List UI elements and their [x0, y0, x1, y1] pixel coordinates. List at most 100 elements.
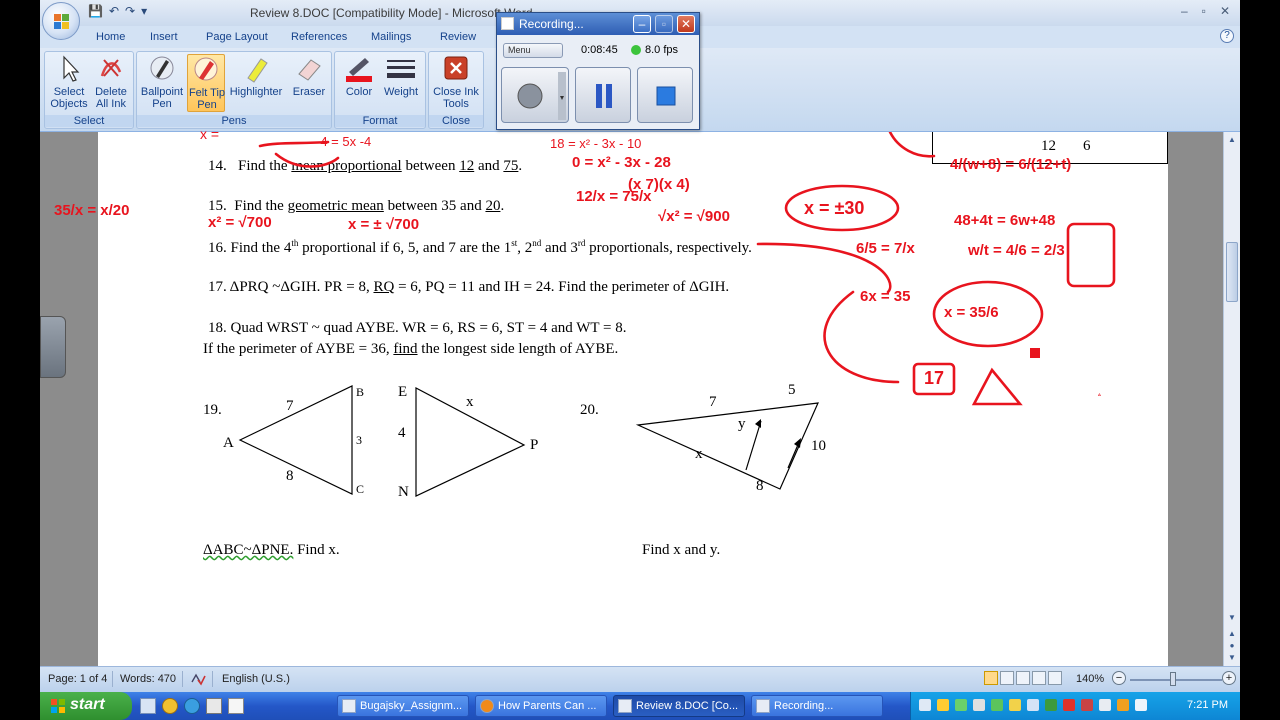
label-P: P	[530, 437, 539, 453]
outline-icon[interactable]	[1032, 671, 1046, 685]
recorder-app-icon	[501, 17, 514, 30]
recorder-close-button[interactable]: ✕	[677, 15, 695, 33]
quick-launch-icon[interactable]	[140, 698, 156, 714]
quick-launch-icon[interactable]	[162, 698, 178, 714]
volume-icon[interactable]	[1135, 699, 1147, 711]
close-button[interactable]: ✕	[1220, 4, 1230, 18]
web-layout-icon[interactable]	[1016, 671, 1030, 685]
vertical-scrollbar[interactable]: ▲ ▼ ▲ ● ▼	[1223, 132, 1240, 666]
undo-icon[interactable]: ↶	[109, 4, 119, 18]
close-group-label: Close	[429, 115, 483, 127]
full-screen-reading-icon[interactable]	[1000, 671, 1014, 685]
quick-launch-icon[interactable]	[228, 698, 244, 714]
q20-side-10: 10	[811, 438, 826, 454]
scroll-down-icon[interactable]: ▼	[1226, 612, 1238, 624]
side-panel-tab[interactable]	[40, 316, 66, 378]
close-ink-tools-button[interactable]: Close Ink Tools	[431, 54, 481, 110]
weight-button[interactable]: Weight	[381, 54, 421, 98]
task-how-parents[interactable]: How Parents Can ...	[475, 695, 607, 717]
tray-icon[interactable]	[1117, 699, 1129, 711]
customize-qat-icon[interactable]: ▾	[141, 4, 147, 18]
select-group: Select Objects Delete All Ink Select	[44, 51, 134, 129]
save-icon[interactable]: 💾	[88, 4, 103, 18]
proofing-icon[interactable]	[190, 672, 206, 686]
draft-icon[interactable]	[1048, 671, 1062, 685]
color-button[interactable]: Color	[341, 54, 377, 98]
start-button[interactable]: start	[40, 692, 132, 720]
task-bugajsky[interactable]: Bugajsky_Assignm...	[337, 695, 469, 717]
tab-insert[interactable]: Insert	[150, 31, 178, 43]
task-recorder-icon	[756, 699, 770, 713]
highlighter-button[interactable]: Highlighter	[227, 54, 285, 98]
tray-icon[interactable]	[919, 699, 931, 711]
language[interactable]: English (U.S.)	[222, 673, 290, 685]
zoom-in-icon[interactable]: +	[1222, 671, 1236, 685]
maximize-button[interactable]: ▫	[1202, 4, 1206, 18]
tab-references[interactable]: References	[291, 31, 347, 43]
q19-caption-find: Find x.	[293, 542, 340, 558]
zoom-slider-thumb[interactable]	[1170, 672, 1176, 686]
tray-icon[interactable]	[1009, 699, 1021, 711]
tray-icon[interactable]	[955, 699, 967, 711]
recorder-info-row: Menu 0:08:45 8.0 fps	[503, 41, 693, 59]
q20-caption: Find x and y.	[642, 542, 721, 558]
next-page-icon[interactable]: ▼	[1226, 652, 1238, 664]
tray-icon[interactable]	[1045, 699, 1057, 711]
start-label: start	[70, 696, 105, 713]
tray-icon[interactable]	[1081, 699, 1093, 711]
tab-home[interactable]: Home	[96, 31, 125, 43]
record-button[interactable]	[501, 67, 569, 123]
tray-icon[interactable]	[1063, 699, 1075, 711]
ink-top-curve	[888, 132, 936, 158]
ink-note-factors: (x 7)(x 4)	[628, 176, 690, 193]
recorder-menu-dropdown[interactable]: Menu	[503, 43, 563, 58]
select-objects-button[interactable]: Select Objects	[49, 54, 89, 110]
zoom-level[interactable]: 140%	[1076, 673, 1104, 685]
delete-all-ink-button[interactable]: Delete All Ink	[91, 54, 131, 110]
pause-button[interactable]	[575, 67, 631, 123]
quick-launch-icon[interactable]	[206, 698, 222, 714]
document-page[interactable]: x = -4 = 5x -4 18 = x² - 3x - 10 12 6 14…	[54, 126, 1168, 666]
tray-icon[interactable]	[937, 699, 949, 711]
recorder-maximize-button[interactable]: ▫	[655, 15, 673, 33]
status-divider	[112, 671, 113, 687]
task-review-doc[interactable]: Review 8.DOC [Co...	[613, 695, 745, 717]
tab-mailings[interactable]: Mailings	[371, 31, 411, 43]
browse-object-icon[interactable]: ●	[1226, 640, 1238, 652]
ink-arrow-lower	[823, 290, 900, 384]
ballpoint-pen-button[interactable]: Ballpoint Pen	[139, 54, 185, 110]
quick-launch-icon[interactable]	[184, 698, 200, 714]
ink-note-6x: 6x = 35	[860, 288, 911, 305]
quick-access-toolbar: 💾 ↶ ↷ ▾	[88, 4, 147, 18]
tray-icon[interactable]	[973, 699, 985, 711]
word-count[interactable]: Words: 470	[120, 673, 176, 685]
help-icon[interactable]: ?	[1220, 29, 1234, 43]
tray-icon[interactable]	[1099, 699, 1111, 711]
task-word-icon	[618, 699, 632, 713]
format-group: Color Weight Format	[334, 51, 426, 129]
felt-tip-pen-button[interactable]: Felt Tip Pen	[187, 54, 225, 112]
ink-color-icon	[343, 54, 375, 84]
scroll-up-icon[interactable]: ▲	[1226, 134, 1238, 146]
tab-page-layout[interactable]: Page Layout	[206, 31, 268, 43]
minimize-button[interactable]: –	[1181, 4, 1188, 18]
office-button[interactable]	[42, 2, 80, 40]
scroll-thumb[interactable]	[1226, 242, 1238, 302]
task-recording[interactable]: Recording...	[751, 695, 883, 717]
task-label: Recording...	[774, 700, 834, 712]
zoom-slider[interactable]	[1130, 679, 1222, 681]
recorder-title-bar: Recording... – ▫ ✕	[497, 13, 699, 35]
tray-icon[interactable]	[991, 699, 1003, 711]
stop-button[interactable]	[637, 67, 693, 123]
record-circle-icon	[517, 72, 566, 120]
eraser-button[interactable]: Eraser	[289, 54, 329, 98]
print-layout-icon[interactable]	[984, 671, 998, 685]
redo-icon[interactable]: ↷	[125, 4, 135, 18]
zoom-out-icon[interactable]: −	[1112, 671, 1126, 685]
page-count[interactable]: Page: 1 of 4	[48, 673, 107, 685]
line-weight-icon	[385, 54, 417, 84]
recorder-minimize-button[interactable]: –	[633, 15, 651, 33]
tab-review[interactable]: Review	[440, 31, 476, 43]
tray-icon[interactable]	[1027, 699, 1039, 711]
prev-page-icon[interactable]: ▲	[1226, 628, 1238, 640]
